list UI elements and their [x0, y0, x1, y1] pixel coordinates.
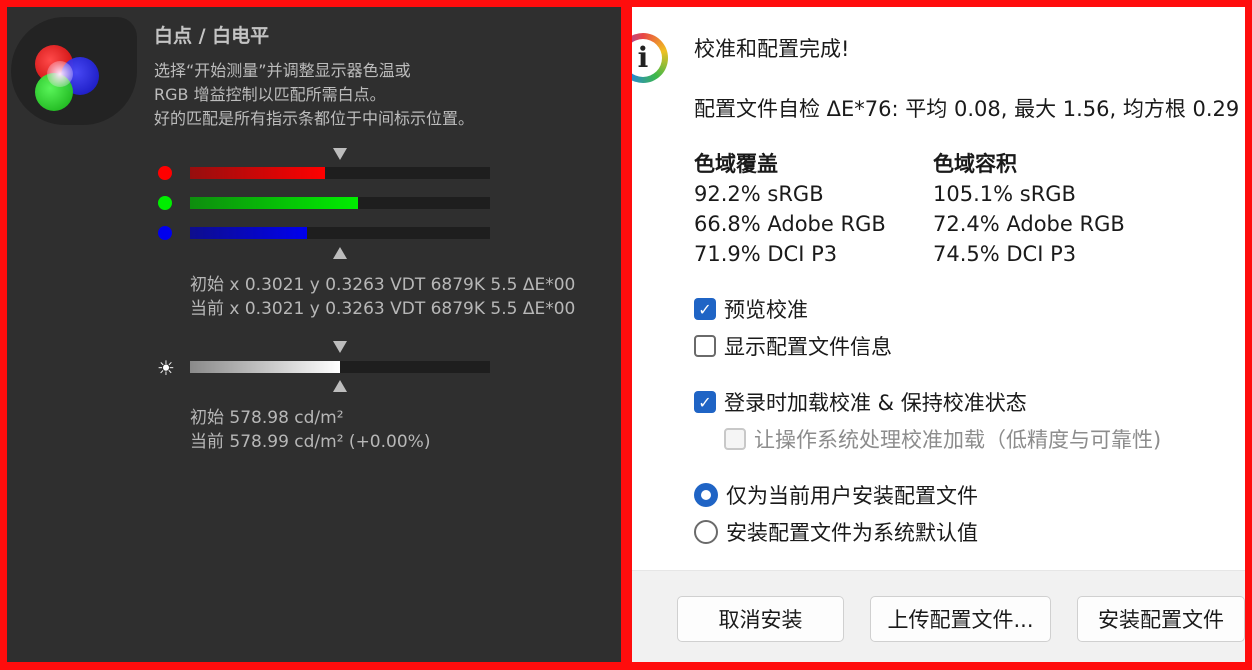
luminance-bar	[190, 361, 490, 373]
target-marker-bottom-icon	[333, 247, 347, 259]
preview-calibration-label: 预览校准	[724, 298, 808, 322]
install-profile-button[interactable]: 安装配置文件	[1077, 596, 1245, 642]
whitepoint-description: 选择“开始测量”并调整显示器色温或 RGB 增益控制以匹配所需白点。 好的匹配是…	[154, 59, 474, 131]
gamut-coverage: 色域覆盖 92.2% sRGB 66.8% Adobe RGB 71.9% DC…	[694, 149, 886, 269]
profile-selfcheck: 配置文件自检 ΔE*76: 平均 0.08, 最大 1.56, 均方根 0.29	[694, 97, 1240, 121]
target-marker-top-icon	[333, 148, 347, 160]
dialog-heading: 校准和配置完成!	[694, 37, 850, 61]
lum-marker-top-icon	[333, 341, 347, 353]
whitepoint-panel: 白点 / 白电平 选择“开始测量”并调整显示器色温或 RGB 增益控制以匹配所需…	[7, 7, 621, 662]
volume-row: 74.5% DCI P3	[933, 242, 1077, 266]
install-current-user-label: 仅为当前用户安装配置文件	[726, 484, 978, 508]
info-icon: i	[632, 33, 668, 83]
green-dot-icon	[158, 196, 172, 210]
blue-gain-fill	[190, 227, 307, 239]
blue-dot-icon	[158, 226, 172, 240]
upload-profile-button[interactable]: 上传配置文件...	[870, 596, 1051, 642]
radio-unselected-icon	[694, 520, 718, 544]
load-on-login-checkbox[interactable]: ✓ 登录时加载校准 & 保持校准状态	[694, 388, 1027, 416]
blue-gain-bar	[190, 227, 490, 239]
volume-header: 色域容积	[933, 152, 1017, 176]
install-system-default-label: 安装配置文件为系统默认值	[726, 521, 978, 545]
install-system-default-radio[interactable]: 安装配置文件为系统默认值	[694, 518, 978, 546]
volume-row: 72.4% Adobe RGB	[933, 212, 1125, 236]
coverage-row: 66.8% Adobe RGB	[694, 212, 886, 236]
checkbox-disabled-icon	[724, 428, 746, 450]
red-gain-fill	[190, 167, 325, 179]
desc-line-2: RGB 增益控制以匹配所需白点。	[154, 85, 386, 104]
show-profile-info-checkbox[interactable]: 显示配置文件信息	[694, 332, 892, 360]
coverage-header: 色域覆盖	[694, 152, 778, 176]
lum-marker-bottom-icon	[333, 380, 347, 392]
sun-icon: ☀	[157, 356, 175, 380]
current-reading: 当前 x 0.3021 y 0.3263 VDT 6879K 5.5 ΔE*00	[190, 299, 576, 319]
os-handles-loading-label: 让操作系统处理校准加载（低精度与可靠性)	[754, 428, 1162, 452]
volume-row: 105.1% sRGB	[933, 182, 1076, 206]
dialog-footer: 取消安装 上传配置文件... 安装配置文件	[632, 570, 1245, 662]
desc-line-3: 好的匹配是所有指示条都位于中间标示位置。	[154, 109, 475, 128]
green-gain-fill	[190, 197, 358, 209]
coverage-row: 92.2% sRGB	[694, 182, 824, 206]
desc-line-1: 选择“开始测量”并调整显示器色温或	[154, 61, 411, 80]
lum-current: 当前 578.99 cd/m² (+0.00%)	[190, 432, 431, 452]
checkmark-icon: ✓	[694, 391, 716, 413]
show-profile-info-label: 显示配置文件信息	[724, 335, 892, 359]
radio-selected-icon	[694, 483, 718, 507]
load-on-login-label: 登录时加载校准 & 保持校准状态	[724, 391, 1027, 415]
checkbox-empty-icon	[694, 335, 716, 357]
checkmark-icon: ✓	[694, 298, 716, 320]
luminance-fill	[190, 361, 340, 373]
whitepoint-title: 白点 / 白电平	[154, 25, 270, 47]
red-gain-bar	[190, 167, 490, 179]
green-gain-bar	[190, 197, 490, 209]
initial-reading: 初始 x 0.3021 y 0.3263 VDT 6879K 5.5 ΔE*00	[190, 275, 576, 295]
rgb-logo	[11, 17, 137, 125]
lum-initial: 初始 578.98 cd/m²	[190, 408, 344, 428]
white-center-icon	[47, 61, 73, 87]
calibration-complete-dialog: i 校准和配置完成! 配置文件自检 ΔE*76: 平均 0.08, 最大 1.5…	[632, 7, 1245, 662]
gamut-volume: 色域容积 105.1% sRGB 72.4% Adobe RGB 74.5% D…	[933, 149, 1125, 269]
coverage-row: 71.9% DCI P3	[694, 242, 838, 266]
install-current-user-radio[interactable]: 仅为当前用户安装配置文件	[694, 481, 978, 509]
os-handles-loading-checkbox[interactable]: 让操作系统处理校准加载（低精度与可靠性)	[724, 425, 1161, 453]
cancel-install-button[interactable]: 取消安装	[677, 596, 844, 642]
preview-calibration-checkbox[interactable]: ✓ 预览校准	[694, 295, 808, 323]
red-dot-icon	[158, 166, 172, 180]
